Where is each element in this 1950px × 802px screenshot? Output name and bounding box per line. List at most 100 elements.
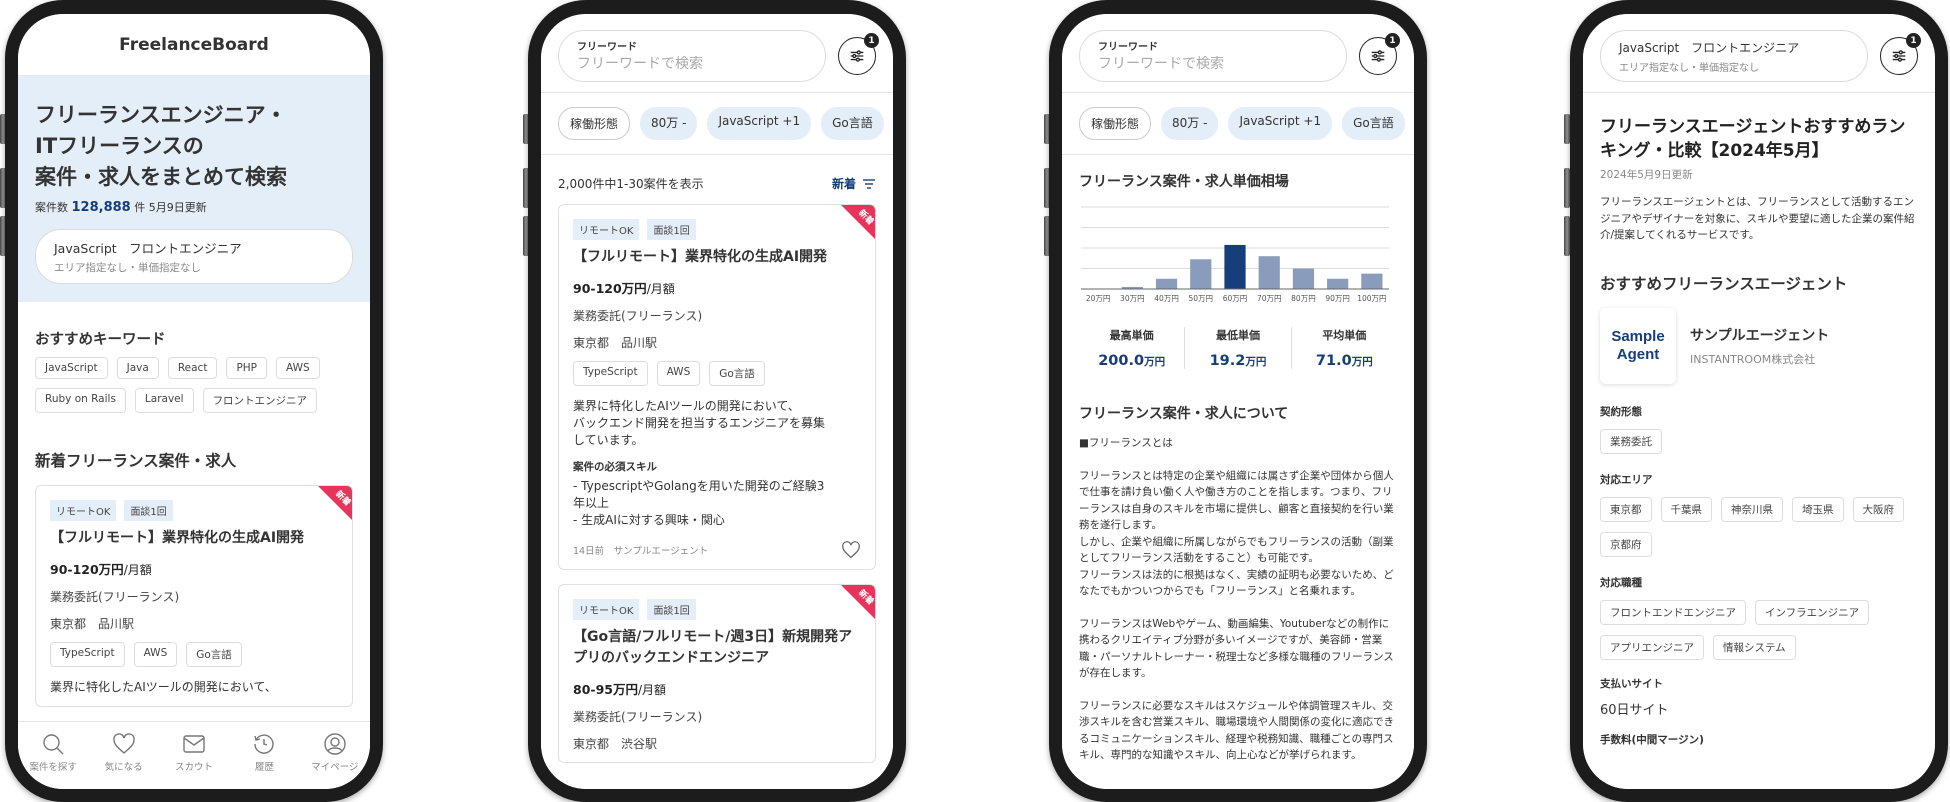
job-type-label: 対応職種 (1600, 576, 1642, 589)
sliders-icon (850, 50, 864, 62)
keyword-chip[interactable]: React (167, 357, 218, 379)
job-tag: リモートOK (50, 500, 117, 521)
required-skills-heading: 案件の必須スキル (573, 461, 657, 473)
app-logo[interactable]: FreelanceBoard (18, 14, 370, 76)
job-contract: 業務委託(フリーランス) (573, 710, 703, 724)
keyword-chip[interactable]: JavaScript (35, 357, 108, 379)
filter-button[interactable]: 1 (1880, 33, 1921, 75)
agent-item[interactable]: Sample Agent サンプルエージェント INSTANTROOM株式会社 (1600, 308, 1918, 384)
nav-mypage[interactable]: マイページ (305, 732, 365, 789)
about-paragraph: フリーランスに必要なスキルはスケジュールや体調管理スキル、交渉スキルを含む営業ス… (1079, 699, 1394, 762)
job-price: 90-120万円/月額 (50, 562, 152, 577)
job-title[interactable]: 【Go言語/フルリモート/週3日】新規開発アプリのバックエンドエンジニア (573, 627, 861, 669)
filter-chip[interactable]: 80万 - (1161, 107, 1219, 140)
intro-text: フリーランスエージェントとは、フリーランスとして活動するエンジニアやデザイナーを… (1600, 196, 1915, 241)
search-header: JavaScript フロントエンジニア エリア指定なし・単価指定なし 1 (1583, 14, 1935, 93)
freeword-search-box[interactable]: フリーワード (558, 30, 826, 82)
phone-agent-ranking: JavaScript フロントエンジニア エリア指定なし・単価指定なし 1 フリ… (1570, 0, 1948, 802)
chart-x-tick-label: 70万円 (1257, 294, 1282, 303)
filter-chip[interactable]: 80万 - (640, 107, 698, 140)
filter-chip[interactable]: Go言語 (1342, 107, 1405, 140)
contract-label: 契約形態 (1600, 405, 1642, 418)
chart-x-tick-label: 40万円 (1154, 294, 1179, 303)
hero-section: フリーランスエンジニア・ ITフリーランスの 案件・求人をまとめて検索 案件数 … (18, 76, 370, 302)
area-chip: 埼玉県 (1792, 496, 1844, 522)
nav-search-jobs[interactable]: 案件を探す (23, 732, 83, 789)
job-tag: リモートOK (573, 219, 640, 240)
keyword-chip[interactable]: AWS (276, 357, 320, 379)
nav-scout[interactable]: スカウト (164, 732, 224, 789)
job-card[interactable]: 新着 リモートOK 面談1回 【Go言語/フルリモート/週3日】新規開発アプリの… (558, 584, 876, 763)
keyword-chip[interactable]: Java (116, 357, 159, 379)
filter-chip[interactable]: 稼働形態 (1079, 107, 1152, 140)
chart-x-tick-label: 80万円 (1291, 294, 1316, 303)
search-condition-box[interactable]: JavaScript フロントエンジニア エリア指定なし・単価指定なし (1600, 30, 1868, 82)
search-condition-box[interactable]: JavaScript フロントエンジニア エリア指定なし・単価指定なし (35, 229, 353, 284)
keyword-chip[interactable]: PHP (226, 357, 267, 379)
job-card[interactable]: 新着 リモートOK 面談1回 【フルリモート】業界特化の生成AI開発 90-12… (35, 485, 353, 707)
chart-bar (1361, 273, 1383, 289)
area-chip: 東京都 (1600, 496, 1652, 522)
chart-x-tick-label: 30万円 (1120, 294, 1145, 303)
filter-chip-row: 稼働形態 80万 - JavaScript +1 Go言語 (541, 93, 893, 155)
sort-button[interactable]: 新着 (832, 175, 876, 192)
filter-count-badge: 1 (1385, 33, 1400, 48)
stat-avg: 平均単価 71.0万円 (1315, 329, 1373, 369)
chart-bar (1155, 278, 1178, 289)
required-skills-text: - TypescriptやGolangを用いた開発のご経験3 年以上 - 生成A… (573, 479, 825, 527)
about-paragraph: フリーランスはWebやゲーム、動画編集、Youtuberなどの制作に携わるクリエ… (1079, 617, 1394, 680)
job-location: 東京都 品川駅 (50, 617, 135, 631)
page-title: フリーランスエージェントおすすめランキング・比較【2024年5月】 (1600, 117, 1906, 161)
chart-x-tick-label: 50万円 (1189, 294, 1214, 303)
freeword-input[interactable] (577, 56, 807, 72)
mail-icon (183, 735, 205, 753)
job-card[interactable]: 新着 リモートOK 面談1回 【フルリモート】業界特化の生成AI開発 90-12… (558, 204, 876, 570)
about-subheading: ■フリーランスとは (1079, 437, 1173, 449)
updated-date: 5月9日更新 (148, 201, 207, 214)
result-count: 2,000件中1-30案件を表示 (558, 177, 704, 191)
job-contract: 業務委託(フリーランス) (50, 590, 180, 604)
filter-chip[interactable]: 稼働形態 (558, 107, 631, 140)
job-tag: リモートOK (573, 599, 640, 620)
nav-favorites[interactable]: 気になる (94, 732, 154, 789)
job-title[interactable]: 【フルリモート】業界特化の生成AI開発 (50, 528, 338, 549)
updated-date: 2024年5月9日更新 (1600, 169, 1693, 181)
skill-chip: Go言語 (186, 642, 242, 667)
keyword-list: JavaScript Java React PHP AWS Ruby on Ra… (35, 357, 353, 413)
area-chip: 神奈川県 (1721, 496, 1783, 522)
nav-history[interactable]: 履歴 (234, 732, 294, 789)
favorite-heart-icon[interactable] (841, 541, 861, 559)
agent-logo: Sample Agent (1600, 308, 1676, 384)
job-type-chip: フロントエンドエンジニア (1600, 599, 1746, 625)
agent-company: INSTANTROOM株式会社 (1690, 352, 1816, 366)
chart-bar (1327, 278, 1349, 289)
area-label: 対応エリア (1600, 473, 1653, 486)
filter-button[interactable]: 1 (838, 33, 879, 75)
hero-title: フリーランスエンジニア・ ITフリーランスの 案件・求人をまとめて検索 (35, 103, 287, 189)
chart-bar (1292, 268, 1315, 289)
sort-icon (863, 178, 875, 189)
filter-chip[interactable]: JavaScript +1 (1228, 107, 1333, 140)
chart-bar (1190, 259, 1212, 289)
job-price: 90-120万円/月額 (573, 281, 675, 296)
job-type-chip: アプリエンジニア (1600, 634, 1704, 660)
sliders-icon (1892, 50, 1906, 62)
filter-chip[interactable]: Go言語 (821, 107, 884, 140)
filter-count-badge: 1 (1906, 33, 1921, 48)
filter-count-badge: 1 (864, 33, 879, 48)
job-title[interactable]: 【フルリモート】業界特化の生成AI開発 (573, 247, 861, 268)
freeword-search-box[interactable]: フリーワード (1079, 30, 1347, 82)
search-header: フリーワード 1 (1062, 14, 1414, 93)
job-location: 東京都 渋谷駅 (573, 737, 658, 751)
keyword-chip[interactable]: フロントエンジニア (202, 388, 318, 413)
agent-name[interactable]: サンプルエージェント (1690, 325, 1829, 345)
keyword-chip[interactable]: Ruby on Rails (35, 388, 126, 413)
search-icon (43, 734, 64, 755)
chart-bar (1224, 244, 1246, 289)
job-location: 東京都 品川駅 (573, 336, 658, 350)
filter-chip[interactable]: JavaScript +1 (707, 107, 812, 140)
keyword-chip[interactable]: Laravel (134, 388, 194, 413)
freeword-input[interactable] (1098, 56, 1328, 72)
filter-button[interactable]: 1 (1359, 33, 1400, 75)
search-header: フリーワード 1 (541, 14, 893, 93)
